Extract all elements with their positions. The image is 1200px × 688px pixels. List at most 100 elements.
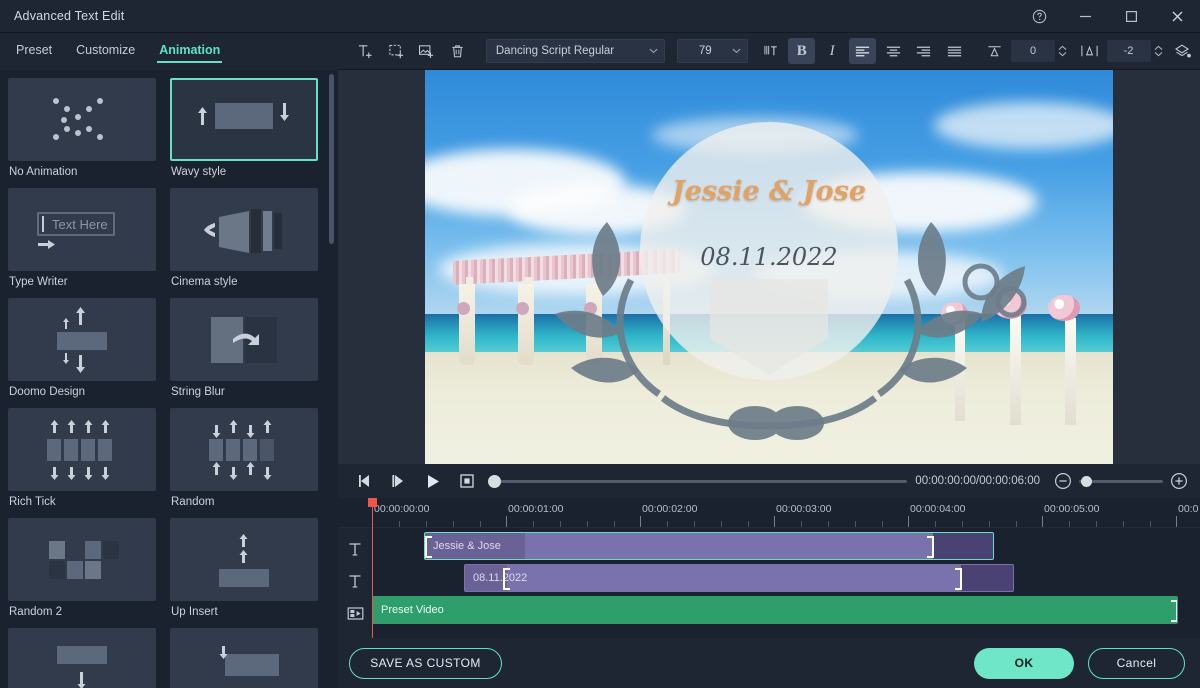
timeline-clip-video[interactable]: Preset Video [372,596,1178,624]
preset-item-no-animation[interactable]: No Animation [8,78,156,178]
timeline-ruler[interactable]: 00:00:00:00 00:00:01:00 00:00:02:00 00:0… [338,498,1200,528]
ruler-label: 00:00:03:00 [776,503,832,515]
player-controls: 00:00:00:00/00:00:06:00 [338,464,1200,498]
help-circle-icon[interactable] [1016,0,1062,33]
doomo-icon [57,306,107,373]
chevron-down-icon [732,45,741,57]
preset-item-string-blur[interactable]: String Blur [170,298,318,398]
random2-icon [49,540,119,579]
tab-preset[interactable]: Preset [16,43,52,61]
clip-label: Preset Video [381,604,444,616]
align-left-icon[interactable] [848,38,877,64]
timeline-tracks[interactable]: Jessie & Jose 08.11.2022 Preset Video [372,528,1200,638]
random-icon [209,419,274,480]
zoom-in-icon[interactable] [1170,472,1188,490]
preset-item-up-insert[interactable]: Up Insert [170,518,318,618]
bold-button[interactable]: B [787,38,816,64]
playhead-handle[interactable] [368,498,377,507]
tab-customize[interactable]: Customize [76,43,135,61]
ruler-label: 00:0 [1178,503,1199,515]
text-direction-icon[interactable] [758,38,785,64]
add-image-icon[interactable] [413,38,440,64]
letter-spacing-stepper[interactable] [1153,44,1164,58]
video-preview[interactable]: Jessie & Jose 08.11.2022 [425,70,1113,464]
next-frame-icon[interactable] [382,466,416,496]
preset-thumb-wavy-style [170,78,318,161]
preset-item-cinema-style[interactable]: Cinema style [170,188,318,288]
letter-spacing-input[interactable]: -2 [1106,40,1151,62]
align-right-icon[interactable] [910,38,937,64]
preset-item-type-writer[interactable]: Text Here Type Writer [8,188,156,288]
ruler-label: 00:00:02:00 [642,503,698,515]
preset-label: No Animation [9,166,78,178]
preset-thumb-rich-tick [8,408,156,491]
tab-animation[interactable]: Animation [157,43,223,63]
text-track-icon[interactable] [346,540,364,558]
bold-label: B [796,42,807,59]
title-bar: Advanced Text Edit [0,0,1200,33]
line-spacing-stepper[interactable] [1057,44,1068,58]
previous-frame-icon[interactable] [348,466,382,496]
preset-item-wavy-style[interactable]: Wavy style [170,78,318,178]
stop-icon[interactable] [450,466,484,496]
video-track-icon[interactable] [346,604,364,622]
scrubber-track [500,479,908,483]
style-layers-icon[interactable] [1170,38,1197,64]
preset-thumb-string-blur [170,298,318,381]
add-text-icon[interactable] [352,38,379,64]
preset-label: Random [171,496,215,508]
text-track-icon[interactable] [346,572,364,590]
zoom-slider-handle[interactable] [1081,475,1092,487]
animation-preset-panel[interactable]: No Animation Wavy style Text Here Type W… [0,70,338,688]
preset-thumb-row6-right [170,628,318,688]
add-shape-icon[interactable] [382,38,409,64]
preset-scrollbar-thumb[interactable] [329,74,334,244]
preset-thumb-cinema-style [170,188,318,271]
preset-item-random-2[interactable]: Random 2 [8,518,156,618]
maximize-icon[interactable] [1108,0,1154,33]
play-icon[interactable] [416,466,450,496]
line-spacing-icon[interactable] [981,38,1008,64]
svg-text:Text Here: Text Here [52,217,108,232]
font-family-select[interactable]: Dancing Script Regular [485,39,665,63]
preset-label: Cinema style [171,276,238,288]
align-justify-icon[interactable] [940,38,967,64]
zoom-out-icon[interactable] [1054,472,1072,490]
preset-item-row6-left[interactable] [8,628,156,688]
timeline-clip-text-2[interactable]: 08.11.2022 [464,564,1014,592]
timeline[interactable]: 00:00:00:00 00:00:01:00 00:00:02:00 00:0… [338,498,1200,638]
save-as-custom-button[interactable]: SAVE AS CUSTOM [349,647,502,679]
ok-button[interactable]: OK [974,647,1074,679]
delete-icon[interactable] [443,38,470,64]
playhead[interactable] [368,498,377,638]
preset-item-row6-right[interactable] [170,628,318,688]
cancel-button[interactable]: Cancel [1088,647,1185,679]
ruler-label: 00:00:04:00 [910,503,966,515]
scrubber-handle[interactable] [488,474,501,488]
align-center-icon[interactable] [879,38,906,64]
window-title: Advanced Text Edit [14,9,125,23]
minimize-icon[interactable] [1062,0,1108,33]
overlay-title-text[interactable]: Jessie & Jose [672,176,866,207]
overlay-date-text[interactable]: 08.11.2022 [700,243,837,271]
zoom-slider[interactable] [1079,475,1163,487]
italic-label: I [829,42,835,59]
preset-label: Type Writer [9,276,68,288]
font-size-select[interactable]: 79 [676,39,748,63]
dots-x-icon [53,97,103,140]
preset-item-random[interactable]: Random [170,408,318,508]
letter-spacing-icon[interactable] [1076,38,1103,64]
drop-partial-icon [219,645,279,676]
preset-item-rich-tick[interactable]: Rich Tick [8,408,156,508]
font-size-value: 79 [698,45,712,57]
preset-thumb-random [170,408,318,491]
italic-button[interactable]: I [818,38,845,64]
preview-scrubber[interactable] [488,466,908,496]
preset-item-doomo-design[interactable]: Doomo Design [8,298,156,398]
close-icon[interactable] [1154,0,1200,33]
preset-thumb-row6-left [8,628,156,688]
timeline-clip-text-1[interactable]: Jessie & Jose [424,532,994,560]
font-family-value: Dancing Script Regular [495,45,615,57]
preset-label: Rich Tick [9,496,56,508]
line-spacing-input[interactable]: 0 [1011,40,1056,62]
